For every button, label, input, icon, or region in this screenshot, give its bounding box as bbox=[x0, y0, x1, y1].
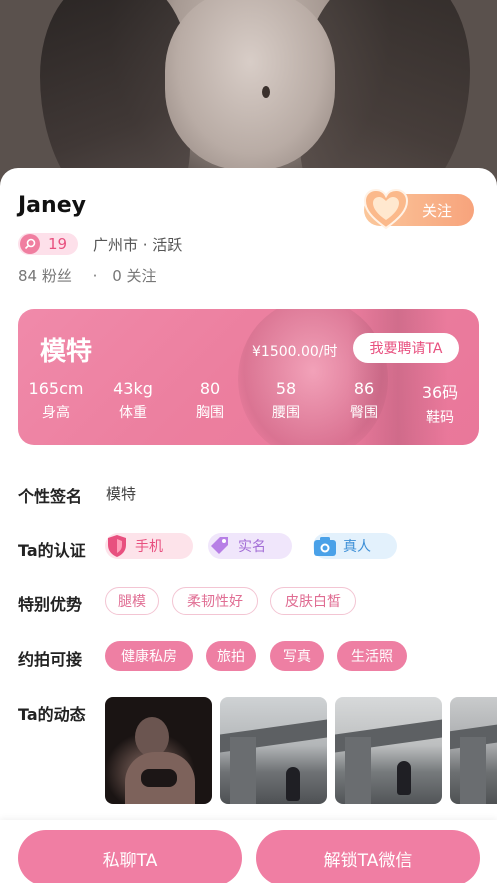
signature-value: 模特 bbox=[106, 485, 137, 503]
level-number: 19 bbox=[48, 235, 68, 253]
advantage-tag: 腿模 bbox=[105, 587, 159, 615]
level-badge: 19 bbox=[18, 233, 78, 255]
moment-photo[interactable] bbox=[335, 697, 442, 804]
cert-realperson: 真人 bbox=[313, 533, 397, 559]
model-title: 模特 bbox=[40, 337, 93, 367]
stats-separator: · bbox=[92, 267, 98, 285]
measure-value: 43kg bbox=[113, 379, 153, 398]
level-icon bbox=[20, 234, 40, 254]
unlock-wechat-button[interactable]: 解锁TA微信 bbox=[256, 830, 480, 883]
hero-necklace bbox=[262, 86, 270, 98]
cert-realperson-label: 真人 bbox=[343, 539, 371, 555]
cert-phone: 手机 bbox=[105, 533, 193, 559]
measure-label: 体重 bbox=[119, 405, 147, 421]
measure-shoe: 36码 鞋码 bbox=[402, 379, 478, 427]
moment-photo[interactable] bbox=[105, 697, 212, 804]
measure-label: 鞋码 bbox=[426, 410, 454, 426]
measure-label: 身高 bbox=[42, 405, 70, 421]
advantages-label: 特别优势 bbox=[18, 595, 83, 614]
hourly-price: ¥1500.00/时 bbox=[252, 344, 338, 360]
measure-label: 臀围 bbox=[350, 405, 378, 421]
measure-label: 胸围 bbox=[196, 405, 224, 421]
body-measurements: 165cm 身高 43kg 体重 80 胸围 58 腰围 86 臀围 36码 鞋… bbox=[18, 379, 479, 429]
heart-icon bbox=[363, 188, 409, 230]
cert-phone-label: 手机 bbox=[135, 539, 163, 555]
measure-weight: 43kg 体重 bbox=[95, 379, 171, 422]
tag-icon bbox=[208, 534, 232, 558]
certification-label: Ta的认证 bbox=[18, 541, 86, 560]
measure-value: 86 bbox=[353, 379, 375, 398]
advantage-tag: 柔韧性好 bbox=[172, 587, 258, 615]
measure-hips: 86 臀围 bbox=[326, 379, 402, 422]
measure-value: 36码 bbox=[421, 383, 459, 402]
camera-icon bbox=[313, 534, 337, 558]
signature-label: 个性签名 bbox=[18, 487, 83, 506]
measure-value: 165cm bbox=[28, 379, 84, 398]
moments-label: Ta的动态 bbox=[18, 705, 86, 724]
model-info-card: 模特 ¥1500.00/时 我要聘请TA 165cm 身高 43kg 体重 80… bbox=[18, 309, 479, 445]
following-count[interactable]: 0 关注 bbox=[112, 267, 156, 285]
measure-label: 腰围 bbox=[272, 405, 300, 421]
shoot-types-label: 约拍可接 bbox=[18, 650, 83, 669]
shoot-type-tag: 旅拍 bbox=[206, 641, 256, 671]
followers-count[interactable]: 84 粉丝 bbox=[18, 267, 72, 285]
hire-button[interactable]: 我要聘请TA bbox=[353, 333, 459, 363]
private-chat-button[interactable]: 私聊TA bbox=[18, 830, 242, 883]
follow-stats: 84 粉丝 · 0 关注 bbox=[18, 265, 163, 286]
hero-portrait bbox=[165, 0, 335, 170]
shoot-type-tag: 写真 bbox=[270, 641, 324, 671]
measure-value: 80 bbox=[199, 379, 221, 398]
moment-photo[interactable] bbox=[450, 697, 497, 804]
moment-photo[interactable] bbox=[220, 697, 327, 804]
profile-name: Janey bbox=[18, 193, 86, 218]
measure-height: 165cm 身高 bbox=[18, 379, 94, 422]
measure-bust: 80 胸围 bbox=[172, 379, 248, 422]
cert-realname: 实名 bbox=[208, 533, 292, 559]
shoot-type-tag: 生活照 bbox=[337, 641, 407, 671]
cert-realname-label: 实名 bbox=[238, 539, 266, 555]
measure-value: 58 bbox=[275, 379, 297, 398]
advantage-tag: 皮肤白皙 bbox=[270, 587, 356, 615]
shoot-type-tag: 健康私房 bbox=[105, 641, 193, 671]
location-status: 广州市 · 活跃 bbox=[93, 236, 183, 254]
shield-icon bbox=[105, 534, 129, 558]
follow-button-label: 关注 bbox=[421, 201, 452, 220]
measure-waist: 58 腰围 bbox=[248, 379, 324, 422]
